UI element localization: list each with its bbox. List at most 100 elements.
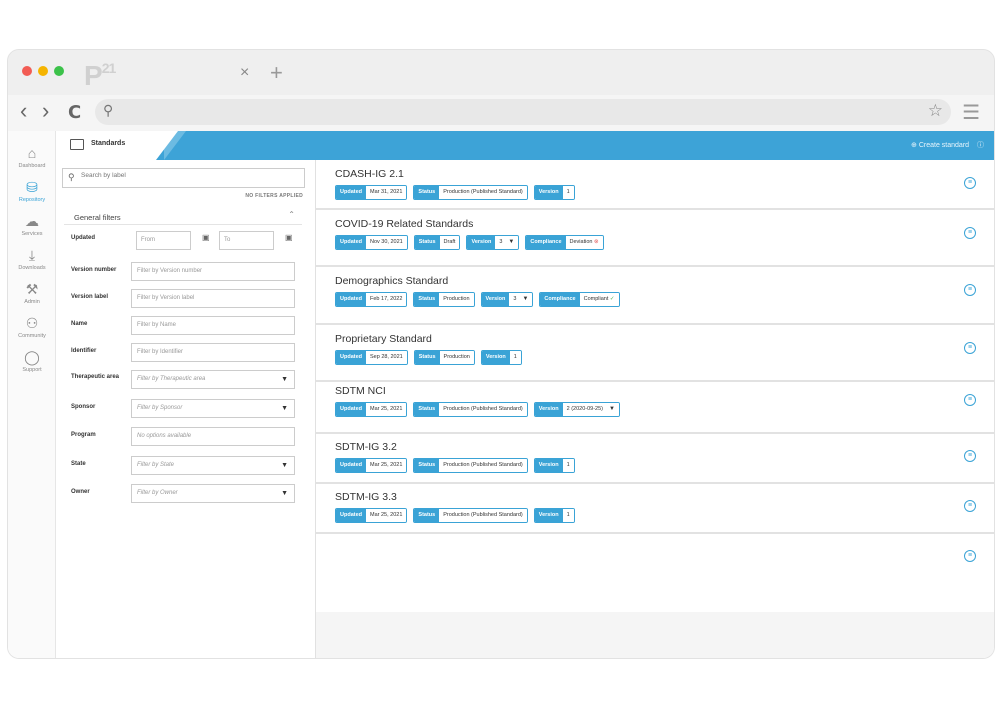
details-icon[interactable]: ≡ — [964, 500, 976, 512]
chevron-down-icon: ▼ — [281, 405, 288, 412]
version-select[interactable]: Version 3 ▼ — [466, 235, 520, 250]
standard-row[interactable]: COVID-19 Related Standards Updated Nov 30… — [316, 210, 994, 267]
calendar-icon[interactable]: ▣ — [202, 233, 210, 242]
filter-label-state: State — [71, 461, 86, 467]
tag-value: 1 — [562, 459, 574, 472]
new-tab-icon[interactable]: + — [270, 60, 283, 86]
tag-value: Feb 17, 2022 — [366, 293, 407, 306]
sidebar-item-repository[interactable]: ⛁ Repository — [8, 179, 56, 203]
star-icon[interactable]: ☆ — [928, 101, 943, 121]
filter-label-updated: Updated — [71, 235, 95, 241]
filter-label-sponsor: Sponsor — [71, 404, 96, 410]
calendar-icon[interactable]: ▣ — [285, 233, 293, 242]
version-number-input[interactable]: Filter by Version number — [131, 262, 295, 281]
standard-title[interactable]: COVID-19 Related Standards — [335, 218, 473, 230]
version-label-input[interactable]: Filter by Version label — [131, 289, 295, 308]
search-icon: ⚲ — [68, 172, 75, 182]
compliance-tag: Compliance Deviation ⊗ — [525, 235, 604, 250]
details-icon[interactable]: ≡ — [964, 450, 976, 462]
standard-row-empty: ≡ — [316, 534, 994, 612]
chevron-down-icon: ▼ — [522, 296, 529, 302]
details-icon[interactable]: ≡ — [964, 177, 976, 189]
filter-label-version-label: Version label — [71, 294, 109, 300]
breadcrumb[interactable]: Standards — [56, 131, 156, 160]
details-icon[interactable]: ≡ — [964, 227, 976, 239]
standard-tags: Updated Mar 25, 2021 Status Production (Pu… — [335, 458, 575, 473]
therapeutic-area-select[interactable]: Filter by Therapeutic area ▼ — [131, 370, 295, 389]
sidebar-item-services[interactable]: ☁ Services — [8, 213, 56, 237]
back-icon[interactable]: ‹ — [20, 98, 27, 124]
tag-value: Production (Published Standard) — [439, 403, 527, 416]
sidebar-item-downloads[interactable]: ⤓ Downloads — [8, 247, 56, 271]
cloud-icon: ☁ — [25, 213, 39, 229]
standard-title[interactable]: SDTM-IG 3.3 — [335, 491, 397, 503]
minimize-window-button[interactable] — [38, 66, 48, 76]
filter-panel: ⚲ NO FILTERS APPLIED General filters ⌃ U… — [56, 160, 316, 658]
status-tag: Status Production (Published Standard) — [413, 508, 528, 523]
details-icon[interactable]: ≡ — [964, 394, 976, 406]
updated-to-input[interactable]: To — [219, 231, 274, 250]
close-tab-icon[interactable]: × — [240, 64, 249, 82]
create-standard-button[interactable]: ⊕ Create standard ⓘ — [911, 140, 984, 150]
home-icon: ⌂ — [27, 145, 37, 161]
window-controls — [22, 66, 64, 76]
details-icon[interactable]: ≡ — [964, 342, 976, 354]
updated-tag: Updated Mar 31, 2021 — [335, 185, 408, 200]
name-input[interactable]: Filter by Name — [131, 316, 295, 335]
sponsor-select[interactable]: Filter by Sponsor ▼ — [131, 399, 295, 418]
version-select[interactable]: Version 3 ▼ — [480, 292, 534, 307]
standard-row[interactable]: SDTM-IG 3.2 Updated Mar 25, 2021 Status Pr… — [316, 434, 994, 484]
program-select[interactable]: No options available — [131, 427, 295, 446]
sidebar-item-dashboard[interactable]: ⌂ Dashboard — [8, 145, 56, 169]
state-placeholder: Filter by State — [137, 462, 175, 468]
browser-menu-icon[interactable]: ☰ — [962, 100, 980, 125]
tag-key: Updated — [336, 509, 366, 522]
identifier-input[interactable]: Filter by Identifier — [131, 343, 295, 362]
details-icon[interactable]: ≡ — [964, 550, 976, 562]
version-select[interactable]: Version 2 (2020-09-25) ▼ — [533, 402, 620, 417]
sidebar-item-support[interactable]: ◯ Support — [8, 349, 56, 373]
standard-row[interactable]: SDTM-IG 3.3 Updated Mar 25, 2021 Status Pr… — [316, 484, 994, 534]
status-tag: Status Production (Published Standard) — [413, 185, 528, 200]
address-bar[interactable]: ⚲ ☆ — [95, 99, 951, 125]
standard-row[interactable]: Demographics Standard Updated Feb 17, 202… — [316, 267, 994, 325]
standard-title[interactable]: SDTM NCI — [335, 385, 386, 397]
search-input[interactable] — [81, 172, 291, 179]
state-select[interactable]: Filter by State ▼ — [131, 456, 295, 475]
standard-title[interactable]: Proprietary Standard — [335, 333, 432, 345]
standard-row[interactable]: CDASH-IG 2.1 Updated Mar 31, 2021 Status P… — [316, 160, 994, 210]
tag-key: Version — [467, 236, 496, 249]
tag-key: Updated — [336, 236, 366, 249]
updated-from-input[interactable]: From — [136, 231, 191, 250]
version-tag: Version 1 — [533, 458, 575, 473]
status-tag: Status Production (Published Standard) — [413, 402, 528, 417]
sidebar-item-admin[interactable]: ⚒ Admin — [8, 281, 56, 305]
standard-title[interactable]: SDTM-IG 3.2 — [335, 441, 397, 453]
create-standard-label: Create standard — [918, 142, 970, 149]
tag-value: Mar 25, 2021 — [366, 459, 407, 472]
owner-select[interactable]: Filter by Owner ▼ — [131, 484, 295, 503]
updated-tag: Updated Mar 25, 2021 — [335, 508, 408, 523]
updated-tag: Updated Nov 30, 2021 — [335, 235, 408, 250]
filter-label-program: Program — [71, 432, 96, 438]
version-tag: Version 1 — [533, 508, 575, 523]
standard-row[interactable]: SDTM NCI Updated Mar 25, 2021 Status Produ… — [316, 382, 994, 434]
reload-icon[interactable]: C — [68, 102, 81, 123]
help-icon[interactable]: ⓘ — [977, 142, 984, 149]
forward-icon[interactable]: › — [42, 98, 49, 124]
details-icon[interactable]: ≡ — [964, 284, 976, 296]
tag-key: Updated — [336, 186, 366, 199]
maximize-window-button[interactable] — [54, 66, 64, 76]
standard-title[interactable]: Demographics Standard — [335, 275, 448, 287]
search-field[interactable]: ⚲ — [62, 168, 305, 188]
general-filters-title[interactable]: General filters — [74, 213, 121, 222]
deviation-icon: ⊗ — [594, 239, 599, 245]
standard-row[interactable]: Proprietary Standard Updated Sep 28, 2021… — [316, 325, 994, 382]
close-window-button[interactable] — [22, 66, 32, 76]
collapse-icon[interactable]: ⌃ — [288, 210, 295, 219]
sidebar-item-label: Services — [21, 231, 43, 237]
standard-title[interactable]: CDASH-IG 2.1 — [335, 168, 404, 180]
database-icon: ⛁ — [26, 179, 38, 195]
sidebar-item-community[interactable]: ⚇ Community — [8, 315, 56, 339]
tag-value: Production (Published Standard) — [439, 186, 527, 199]
